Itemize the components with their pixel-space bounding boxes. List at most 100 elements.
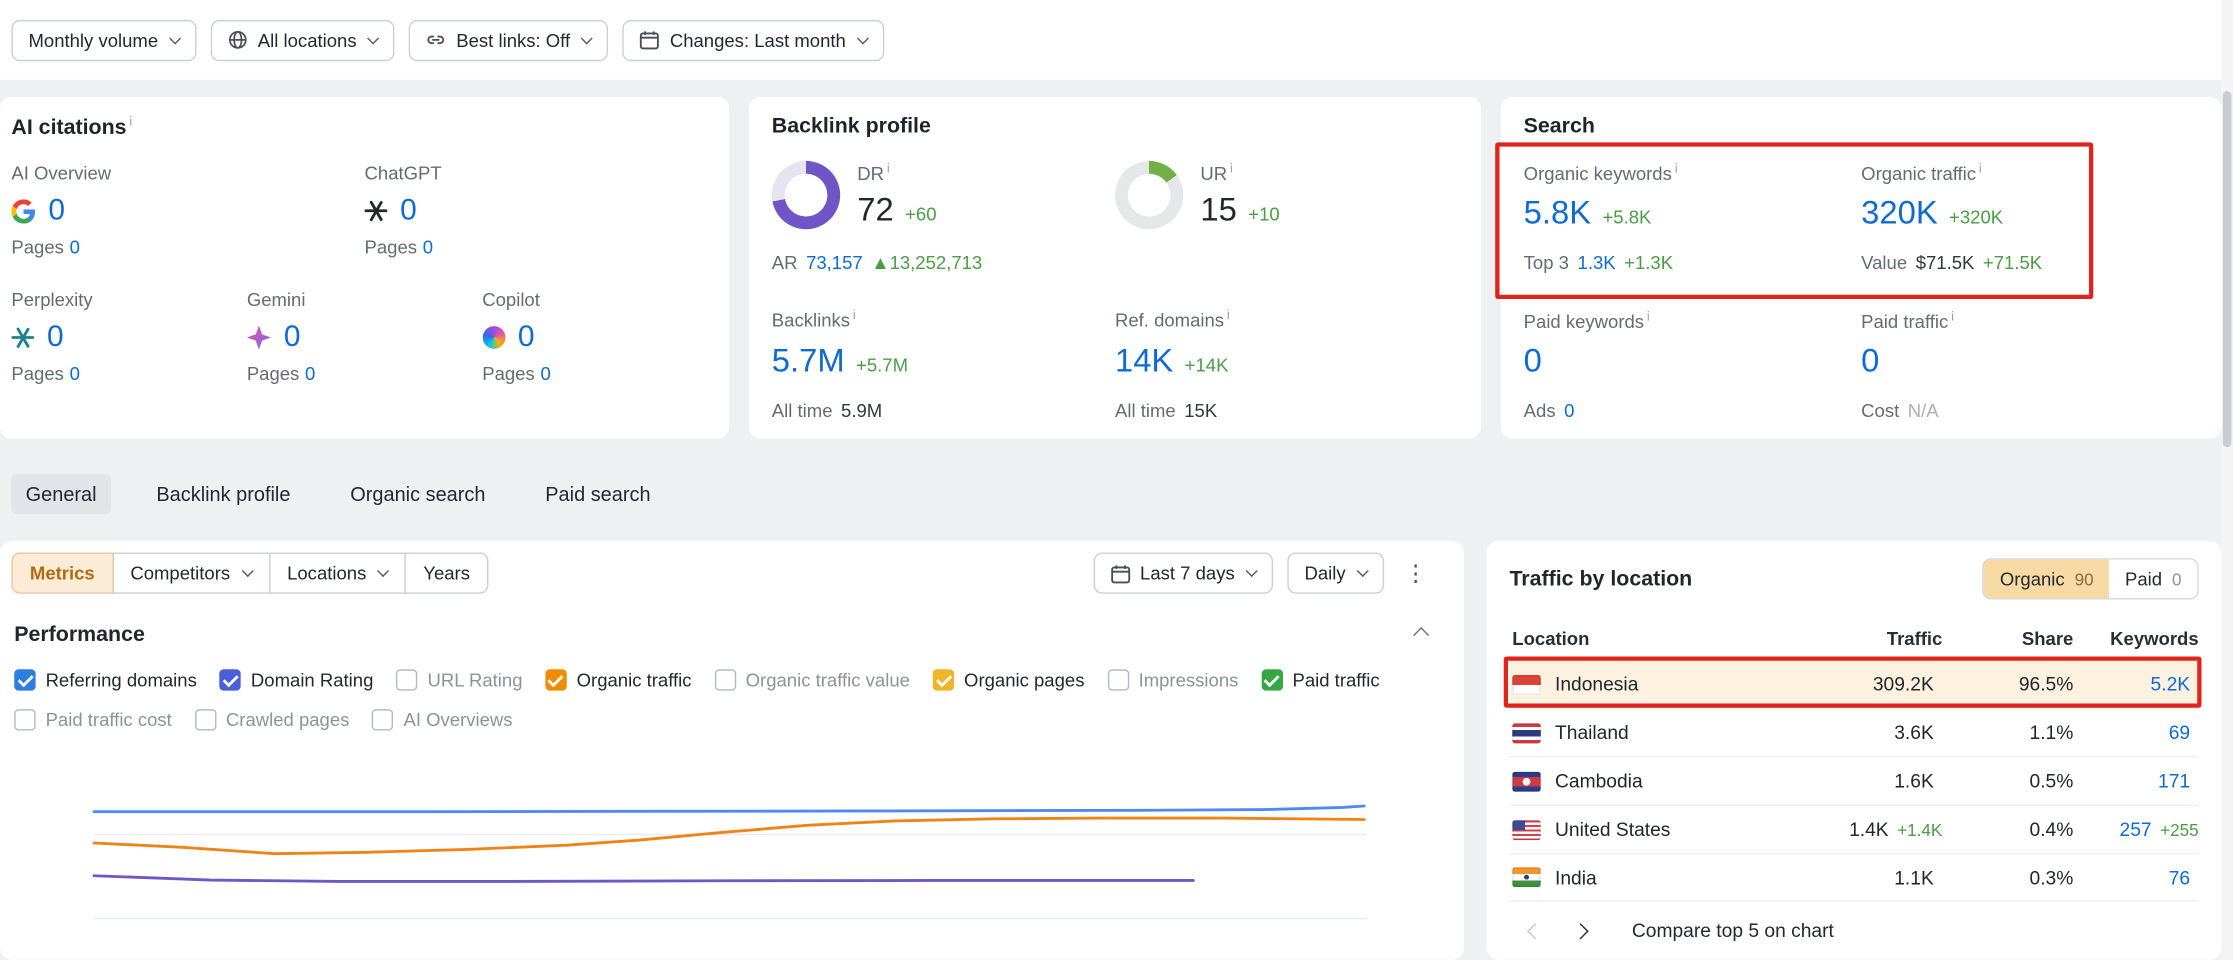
metric-url-rating[interactable]: URL Rating	[396, 669, 522, 690]
scrollbar[interactable]	[2221, 0, 2232, 960]
performance-title: Performance	[14, 622, 145, 646]
keywords-link[interactable]: 69	[2169, 722, 2190, 743]
metric-organic-traffic[interactable]: Organic traffic	[545, 669, 691, 690]
india-flag-icon	[1512, 867, 1540, 887]
paid-keywords-value[interactable]: 0	[1524, 342, 1542, 380]
page: Monthly volume All locations Best links:…	[0, 0, 2233, 960]
table-row-united-states[interactable]: United States 1.4K+1.4K 0.4% 257+255	[1509, 805, 2198, 853]
up-triangle-icon: ▲	[871, 253, 889, 274]
search-title: Search	[1524, 114, 2199, 138]
years-segment[interactable]: Years	[405, 553, 489, 594]
ai-overview-pages-link[interactable]: 0	[70, 236, 80, 257]
backlink-profile-card: Backlink profile DRi 72 +60 URi	[749, 97, 1481, 439]
paid-toggle[interactable]: Paid0	[2109, 560, 2197, 598]
keywords-link[interactable]: 76	[2169, 867, 2190, 888]
info-icon: i	[1230, 161, 1233, 175]
organic-traffic-value[interactable]: 320K	[1861, 194, 1937, 232]
chevron-down-icon	[241, 565, 253, 577]
backlinks-value[interactable]: 5.7M	[772, 341, 845, 379]
traffic-by-location-title: Traffic by location	[1509, 567, 1692, 591]
calendar-icon	[640, 30, 660, 50]
chart-line-domain-rating	[94, 876, 1193, 882]
organic-keywords-value[interactable]: 5.8K	[1524, 194, 1591, 232]
search-card: Search Organic keywordsi 5.8K +5.8K Top …	[1501, 97, 2222, 439]
copilot-pages-link[interactable]: 0	[540, 363, 550, 384]
copilot-count[interactable]: 0	[518, 320, 535, 354]
calendar-icon	[1110, 563, 1130, 583]
info-icon: i	[887, 161, 890, 175]
google-icon	[11, 199, 35, 223]
keywords-link[interactable]: 5.2K	[2151, 674, 2191, 695]
tab-general[interactable]: General	[11, 474, 110, 514]
table-header: Location Traffic Share Keywords	[1509, 617, 2198, 660]
ref-domains-value[interactable]: 14K	[1115, 341, 1173, 379]
checkbox	[545, 669, 566, 690]
ai-citation-copilot: Copilot 0 Pages0	[482, 289, 717, 384]
organic-paid-toggle: Organic90 Paid0	[1983, 558, 2199, 599]
chevron-down-icon	[1357, 565, 1369, 577]
tab-backlink-profile[interactable]: Backlink profile	[142, 474, 305, 514]
dr-value: 72	[857, 191, 893, 229]
keywords-link[interactable]: 171	[2158, 770, 2190, 791]
ads-link[interactable]: 0	[1564, 401, 1574, 422]
chart-line-referring-domains	[94, 806, 1364, 812]
table-row-cambodia[interactable]: Cambodia 1.6K 0.5% 171	[1509, 756, 2198, 804]
locations-segment[interactable]: Locations	[269, 553, 407, 594]
compare-top5-label[interactable]: Compare top 5 on chart	[1632, 920, 1834, 941]
scrollbar-thumb[interactable]	[2223, 91, 2232, 447]
checkbox	[1261, 669, 1282, 690]
best-links-filter-label: Best links: Off	[456, 29, 570, 50]
metric-paid-traffic[interactable]: Paid traffic	[1261, 669, 1379, 690]
metrics-segment[interactable]: Metrics	[11, 553, 113, 594]
metric-paid-traffic-cost[interactable]: Paid traffic cost	[14, 709, 172, 730]
chevron-down-icon	[169, 32, 181, 44]
chatgpt-count[interactable]: 0	[400, 194, 417, 228]
info-icon: i	[853, 308, 856, 322]
chatgpt-icon	[365, 199, 388, 222]
traffic-by-location-panel: Traffic by location Organic90 Paid0 Loca…	[1487, 541, 2222, 960]
chart-mode-controls: Metrics Competitors Locations Years	[11, 553, 488, 594]
locations-filter-button[interactable]: All locations	[211, 19, 395, 60]
metric-ai-overviews[interactable]: AI Overviews	[372, 709, 512, 730]
perplexity-pages-link[interactable]: 0	[70, 363, 80, 384]
metric-impressions[interactable]: Impressions	[1107, 669, 1238, 690]
info-icon: i	[1227, 308, 1230, 322]
gemini-pages-link[interactable]: 0	[305, 363, 315, 384]
organic-toggle[interactable]: Organic90	[1984, 560, 2109, 598]
collapse-chevron-icon[interactable]	[1413, 626, 1429, 642]
gemini-count[interactable]: 0	[284, 320, 301, 354]
tab-organic-search[interactable]: Organic search	[336, 474, 500, 514]
checkbox	[372, 709, 393, 730]
indonesia-flag-icon	[1512, 674, 1540, 694]
metric-crawled-pages[interactable]: Crawled pages	[195, 709, 350, 730]
metric-referring-domains[interactable]: Referring domains	[14, 669, 197, 690]
metric-domain-rating[interactable]: Domain Rating	[220, 669, 374, 690]
checkbox	[396, 669, 417, 690]
date-range-button[interactable]: Last 7 days	[1093, 553, 1273, 594]
table-row-indonesia[interactable]: Indonesia 309.2K 96.5% 5.2K	[1509, 659, 2198, 707]
table-row-india[interactable]: India 1.1K 0.3% 76	[1509, 853, 2198, 901]
paid-traffic-value[interactable]: 0	[1861, 342, 1879, 380]
metric-organic-pages[interactable]: Organic pages	[933, 669, 1085, 690]
next-page-icon[interactable]	[1573, 923, 1589, 939]
ai-citations-card: AI citationsi AI Overview 0	[0, 97, 729, 439]
top3-keywords-link[interactable]: 1.3K	[1578, 253, 1616, 274]
tab-paid-search[interactable]: Paid search	[531, 474, 665, 514]
ai-overview-count[interactable]: 0	[48, 194, 65, 228]
changes-filter-button[interactable]: Changes: Last month	[623, 19, 884, 60]
chatgpt-pages-link[interactable]: 0	[423, 236, 433, 257]
metric-organic-traffic-value[interactable]: Organic traffic value	[714, 669, 910, 690]
kebab-menu-icon[interactable]: ⋮	[1398, 559, 1432, 587]
ur-value: 15	[1200, 191, 1236, 229]
table-row-thailand[interactable]: Thailand 3.6K 1.1% 69	[1509, 708, 2198, 756]
previous-page-icon[interactable]	[1527, 923, 1543, 939]
best-links-filter-button[interactable]: Best links: Off	[409, 19, 608, 60]
ahrefs-rank-link[interactable]: 73,157	[806, 253, 863, 274]
competitors-segment[interactable]: Competitors	[112, 553, 270, 594]
dr-delta: +60	[905, 204, 936, 225]
volume-filter-button[interactable]: Monthly volume	[11, 19, 196, 60]
paid-traffic-stat: Paid traffici 0 Cost N/A	[1861, 309, 2198, 422]
perplexity-count[interactable]: 0	[47, 320, 64, 354]
keywords-link[interactable]: 257	[2120, 819, 2152, 840]
granularity-button[interactable]: Daily	[1287, 553, 1384, 594]
